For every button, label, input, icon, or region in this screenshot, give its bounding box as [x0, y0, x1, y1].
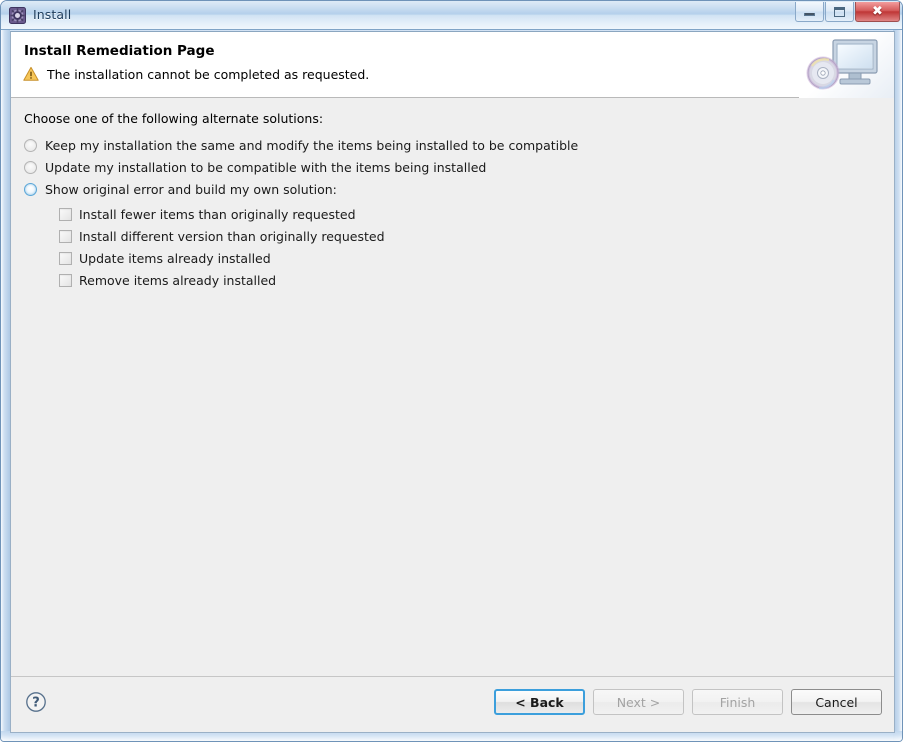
- radio-show-original-error[interactable]: Show original error and build my own sol…: [24, 178, 578, 200]
- checkbox-icon[interactable]: [59, 273, 72, 287]
- checkbox-install-different-version[interactable]: Install different version than originall…: [59, 225, 385, 247]
- window-title: Install: [33, 7, 72, 22]
- titlebar[interactable]: Install ✖: [1, 1, 902, 30]
- page-status-message: The installation cannot be completed as …: [47, 66, 370, 82]
- checkbox-icon[interactable]: [59, 251, 72, 265]
- checkbox-label: Remove items already installed: [79, 272, 277, 288]
- checkbox-label: Install different version than originall…: [79, 228, 385, 244]
- window-controls: ✖: [794, 2, 900, 22]
- page-header: Install Remediation Page The installatio…: [11, 32, 894, 98]
- finish-button: Finish: [692, 689, 783, 715]
- help-question-icon[interactable]: ?: [25, 691, 47, 713]
- minimize-icon: [804, 13, 815, 16]
- radio-button-icon[interactable]: [24, 182, 37, 196]
- checkbox-icon[interactable]: [59, 207, 72, 221]
- checkbox-icon[interactable]: [59, 229, 72, 243]
- checkbox-update-items-already-installed[interactable]: Update items already installed: [59, 247, 385, 269]
- back-button[interactable]: < Back: [494, 689, 585, 715]
- window-border-left: [1, 1, 10, 741]
- page-body: Choose one of the following alternate so…: [11, 99, 894, 677]
- dialog-footer: ? < Back Next > Finish Cancel: [11, 676, 894, 732]
- close-icon: ✖: [872, 4, 883, 19]
- close-button[interactable]: ✖: [855, 2, 900, 22]
- dialog-client-area: Install Remediation Page The installatio…: [10, 31, 895, 733]
- instructions-label: Choose one of the following alternate so…: [24, 111, 324, 126]
- radio-label: Keep my installation the same and modify…: [45, 137, 579, 153]
- wizard-button-bar: < Back Next > Finish Cancel: [486, 689, 882, 715]
- warning-icon: [23, 66, 39, 82]
- next-button: Next >: [593, 689, 684, 715]
- checkbox-remove-items-already-installed[interactable]: Remove items already installed: [59, 269, 385, 291]
- page-status-row: The installation cannot be completed as …: [23, 66, 369, 82]
- install-gear-icon: [9, 7, 26, 24]
- monitor-with-disc-icon: [799, 32, 894, 98]
- solution-radio-group: Keep my installation the same and modify…: [24, 134, 578, 200]
- checkbox-install-fewer-items[interactable]: Install fewer items than originally requ…: [59, 203, 385, 225]
- radio-label: Show original error and build my own sol…: [45, 181, 337, 197]
- radio-update-installation[interactable]: Update my installation to be compatible …: [24, 156, 578, 178]
- radio-button-icon[interactable]: [24, 160, 37, 174]
- page-title: Install Remediation Page: [24, 43, 215, 59]
- radio-keep-installation[interactable]: Keep my installation the same and modify…: [24, 134, 578, 156]
- cancel-button[interactable]: Cancel: [791, 689, 882, 715]
- maximize-icon: [834, 6, 845, 17]
- minimize-button[interactable]: [795, 2, 824, 22]
- checkbox-label: Install fewer items than originally requ…: [79, 206, 356, 222]
- custom-solution-checkbox-group: Install fewer items than originally requ…: [59, 203, 385, 291]
- radio-button-icon[interactable]: [24, 138, 37, 152]
- svg-text:?: ?: [32, 696, 40, 711]
- radio-label: Update my installation to be compatible …: [45, 159, 487, 175]
- checkbox-label: Update items already installed: [79, 250, 271, 266]
- install-dialog-window: Install ✖ Install Remediation Page The i…: [0, 0, 903, 742]
- maximize-button[interactable]: [825, 2, 854, 22]
